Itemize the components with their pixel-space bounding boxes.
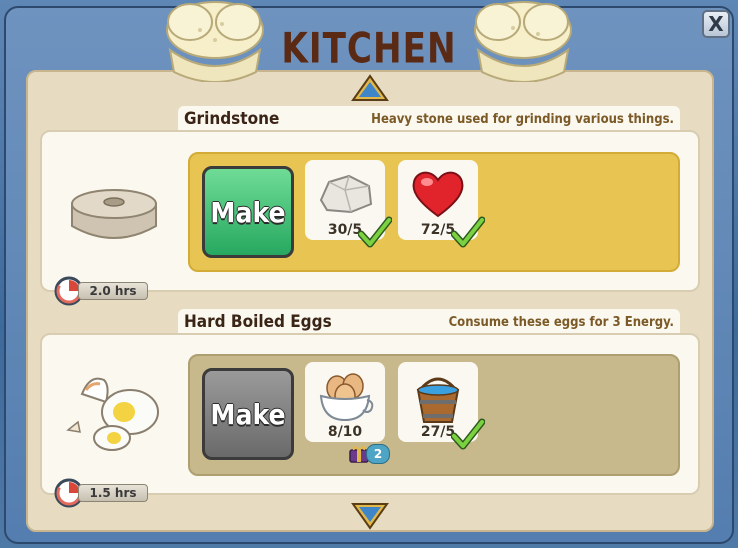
kitchen-window: KITCHEN X Grindstone Heavy stone used fo… — [0, 0, 738, 548]
recipe-name: Grindstone — [184, 109, 280, 129]
close-button[interactable]: X — [702, 10, 730, 38]
recipe-header: Hard Boiled Eggs Consume these eggs for … — [178, 309, 680, 335]
craft-timer: 2.0 hrs — [54, 276, 148, 306]
boiled-eggs-icon — [66, 377, 159, 451]
make-button[interactable]: Make — [202, 166, 294, 258]
craft-time: 1.5 hrs — [78, 484, 148, 502]
stone-icon — [319, 174, 373, 214]
recipe-header: Grindstone Heavy stone used for grinding… — [178, 106, 680, 132]
craft-timer: 1.5 hrs — [54, 478, 148, 508]
craft-time: 2.0 hrs — [78, 282, 148, 300]
close-icon: X — [708, 12, 724, 36]
grindstone-icon — [71, 189, 157, 239]
ingredient-count: 8/10 — [327, 424, 363, 440]
heart-icon — [412, 171, 464, 218]
recipe-name: Hard Boiled Eggs — [184, 312, 332, 332]
badge-count: 2 — [366, 444, 390, 464]
water-bucket-icon — [416, 377, 460, 423]
purchase-badge[interactable]: 2 — [348, 444, 390, 464]
window-title: KITCHEN — [281, 23, 457, 73]
checkmark-icon — [358, 216, 392, 248]
recipe-description: Heavy stone used for grinding various th… — [371, 111, 674, 127]
checkmark-icon — [451, 418, 485, 450]
make-button-disabled[interactable]: Make — [202, 368, 294, 460]
eggs-bowl-icon — [319, 373, 374, 422]
scroll-down-arrow-icon[interactable] — [351, 500, 389, 530]
recipe-description: Consume these eggs for 3 Energy. — [448, 314, 674, 330]
scroll-up-arrow-icon[interactable] — [351, 74, 389, 104]
ingredient-slot[interactable]: 8/10 — [305, 362, 385, 442]
checkmark-icon — [451, 216, 485, 248]
